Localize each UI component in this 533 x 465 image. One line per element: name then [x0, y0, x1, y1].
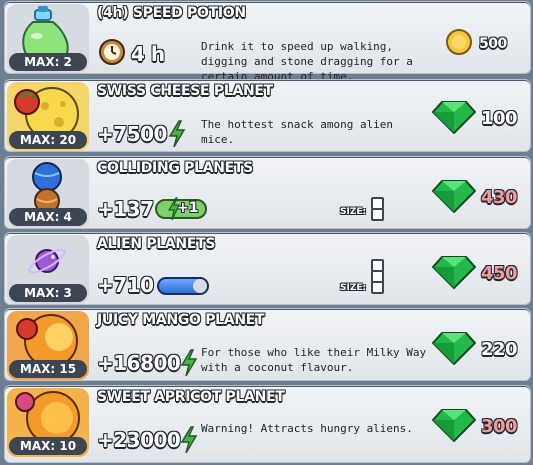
gem-icon [432, 101, 476, 134]
max-quantity-badge: MAX: 15 [9, 360, 87, 378]
max-quantity-badge: MAX: 3 [9, 284, 87, 302]
gem-icon [432, 180, 476, 213]
coin-icon [446, 29, 472, 55]
item-title: SWEET APRICOT PLANET [97, 389, 285, 405]
juicy-mango-thumbnail: MAX: 15 [7, 311, 89, 380]
shop-item-speed-potion[interactable]: MAX: 2 (4h) SPEED POTION 4 h Drink it to… [4, 1, 531, 83]
alien-planets-thumbnail: MAX: 3 [7, 235, 89, 304]
gem-icon [432, 409, 476, 442]
item-value: +16800 [97, 351, 181, 375]
max-quantity-badge: MAX: 4 [9, 208, 87, 226]
bonus-pill: +1 [155, 197, 207, 221]
item-description: Drink it to speed up walking, digging an… [201, 40, 413, 83]
item-value: 4 h [131, 42, 165, 66]
shop-item-colliding-planets[interactable]: MAX: 4 COLLIDING PLANETS +137 +1 SIZE: 4… [4, 156, 531, 229]
size-indicator [371, 281, 384, 294]
item-title: ALIEN PLANETS [97, 236, 216, 252]
bolt-icon [180, 349, 198, 377]
item-title: SWISS CHEESE PLANET [97, 83, 273, 99]
item-description: The hottest snack among alien mice. [201, 118, 394, 146]
price-label: 450 [481, 263, 518, 284]
shop-item-swiss-cheese-planet[interactable]: MAX: 20 SWISS CHEESE PLANET +7500 The ho… [4, 79, 531, 152]
price-label: 430 [481, 187, 518, 208]
bolt-icon [167, 197, 180, 221]
max-quantity-badge: MAX: 2 [9, 53, 87, 71]
shop-item-juicy-mango-planet[interactable]: MAX: 15 JUICY MANGO PLANET +16800 For th… [4, 308, 531, 381]
clock-icon [99, 39, 125, 65]
price-label: 300 [481, 416, 518, 437]
bolt-icon [180, 426, 198, 454]
price-label: 220 [481, 339, 518, 360]
item-value: +710 [97, 273, 154, 297]
shop-item-list: MAX: 2 (4h) SPEED POTION 4 h Drink it to… [0, 0, 533, 465]
bolt-icon [168, 120, 186, 148]
swiss-cheese-thumbnail: MAX: 20 [7, 82, 89, 151]
max-quantity-badge: MAX: 10 [9, 437, 87, 455]
item-description: Warning! Attracts hungry aliens. [201, 422, 413, 435]
blue-pill-tip [193, 279, 207, 293]
blue-pill [157, 277, 209, 295]
item-value: +23000 [97, 428, 181, 452]
size-indicator [371, 208, 384, 221]
size-label: SIZE: [340, 283, 367, 293]
shop-item-sweet-apricot-planet[interactable]: MAX: 10 SWEET APRICOT PLANET +23000 Warn… [4, 385, 531, 463]
gem-icon [432, 256, 476, 289]
item-title: (4h) SPEED POTION [97, 5, 246, 21]
item-title: JUICY MANGO PLANET [97, 312, 265, 328]
shop-item-alien-planets[interactable]: MAX: 3 ALIEN PLANETS +710 SIZE: 450 [4, 232, 531, 305]
item-value: +7500 [97, 122, 167, 146]
speed-potion-thumbnail: MAX: 2 [7, 4, 89, 73]
item-value: +137 [97, 197, 154, 221]
item-description: For those who like their Milky Way with … [201, 346, 427, 374]
colliding-planets-thumbnail: MAX: 4 [7, 159, 89, 228]
sweet-apricot-thumbnail: MAX: 10 [7, 388, 89, 457]
gem-icon [432, 332, 476, 365]
size-label: SIZE: [340, 207, 367, 217]
price-label: 100 [481, 108, 518, 129]
item-title: COLLIDING PLANETS [97, 160, 253, 176]
max-quantity-badge: MAX: 20 [9, 131, 87, 149]
price-label: 500 [479, 36, 507, 52]
